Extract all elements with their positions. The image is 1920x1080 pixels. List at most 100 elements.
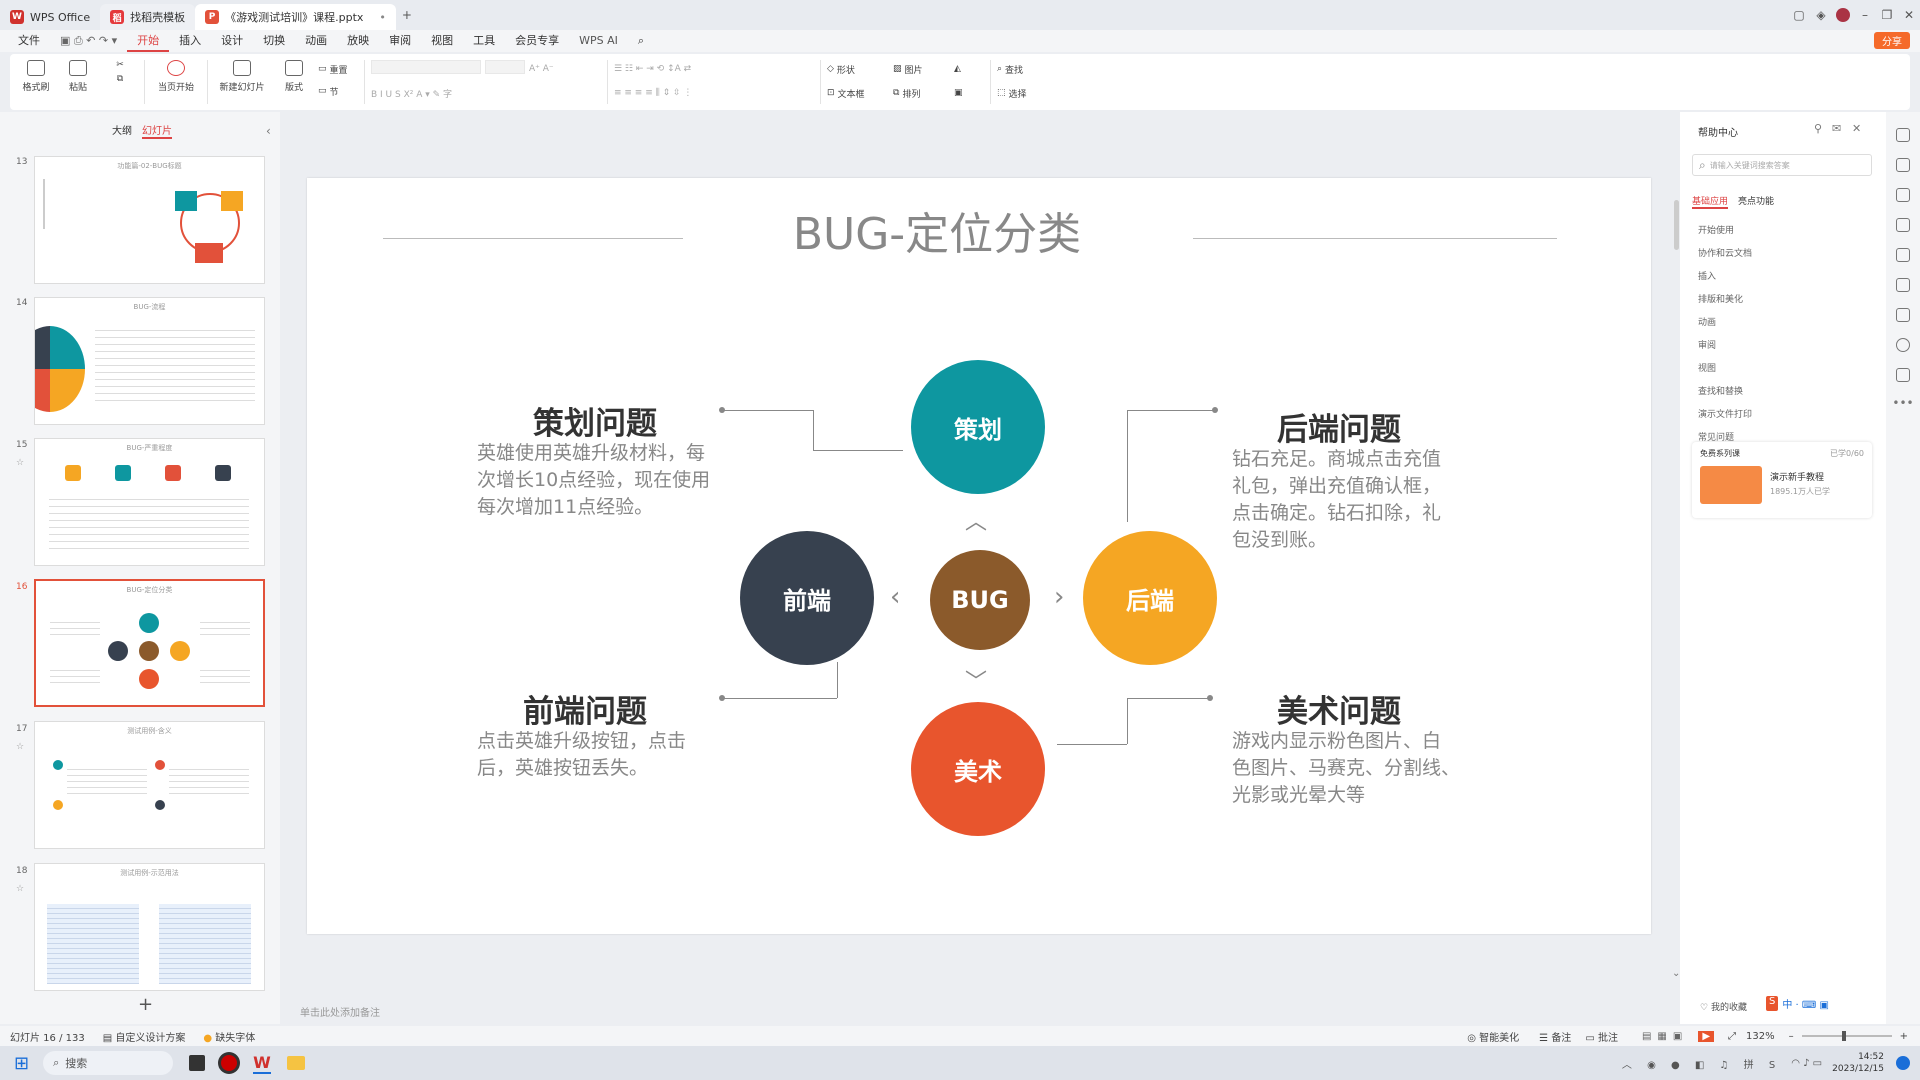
cloth-icon[interactable] — [1896, 368, 1910, 382]
new-tab-icon[interactable]: + — [396, 4, 418, 26]
record-app-icon[interactable] — [221, 1055, 238, 1071]
tab-slides[interactable]: 幻灯片 — [142, 122, 172, 139]
tab-wps-office[interactable]: W WPS Office — [0, 4, 100, 30]
close-icon[interactable]: ✕ — [1852, 122, 1861, 135]
grow-font-icon[interactable]: A⁺ A⁻ — [529, 60, 554, 78]
zoom-in-icon[interactable]: + — [1900, 1031, 1908, 1042]
slide-thumbnail-15[interactable]: BUG-严重程度 — [34, 438, 265, 566]
image-icon[interactable] — [1896, 248, 1910, 262]
menu-view[interactable]: 视图 — [421, 30, 463, 52]
slide-thumbnail-14[interactable]: BUG-流程 — [34, 297, 265, 425]
help-item[interactable]: 演示文件打印 — [1680, 402, 1886, 425]
add-slide-button[interactable]: + — [138, 994, 153, 1015]
tab-template[interactable]: 稻 找稻壳模板 — [100, 4, 196, 30]
slide-thumbnail-18[interactable]: 测试用例-示范用法 — [34, 863, 265, 991]
scissors-icon[interactable]: ✂ — [116, 60, 124, 70]
font-family-select[interactable] — [371, 60, 481, 74]
taskbar-clock[interactable]: 14:52 2023/12/15 — [1832, 1051, 1884, 1075]
tools-icon[interactable] — [1896, 278, 1910, 292]
reset-button[interactable]: ▭ 重置 — [318, 60, 358, 78]
star-icon[interactable]: ☆ — [16, 458, 24, 468]
star-icon[interactable]: ☆ — [16, 742, 24, 752]
cube-icon[interactable]: ◈ — [1810, 4, 1832, 26]
cut-copy-group[interactable]: ✂ ⧉ — [102, 60, 138, 84]
restore-icon[interactable]: ❐ — [1876, 4, 1898, 26]
settings-icon[interactable] — [1896, 158, 1910, 172]
star-icon[interactable] — [1896, 188, 1910, 202]
zoom-slider[interactable] — [1801, 1031, 1892, 1041]
zoom-out-icon[interactable]: – — [1789, 1031, 1794, 1042]
avatar[interactable] — [1832, 4, 1854, 26]
beautify-button[interactable]: ◎ 智能美化 — [1467, 1029, 1519, 1044]
new-slide-button[interactable]: 新建幻灯片 — [214, 60, 270, 93]
my-favorites-link[interactable]: ♡ 我的收藏 — [1700, 1000, 1747, 1013]
help-item[interactable]: 排版和美化 — [1680, 287, 1886, 310]
help-item[interactable]: 视图 — [1680, 356, 1886, 379]
circle-bug[interactable]: BUG — [930, 550, 1030, 650]
taskview-icon[interactable] — [189, 1055, 206, 1071]
minimize-panel-icon[interactable] — [1896, 128, 1910, 142]
windows-start-icon[interactable]: ⊞ — [14, 1053, 29, 1074]
menu-tools[interactable]: 工具 — [463, 30, 505, 52]
zoom-handle[interactable] — [1841, 1031, 1846, 1041]
quick-access-icons[interactable]: ▣ ⎙ ↶ ↷ ▾ — [50, 30, 127, 52]
pin-icon[interactable]: ⚲ — [1814, 122, 1822, 135]
outline-icon[interactable]: ▣ — [954, 84, 984, 102]
more-icon[interactable]: ••• — [1886, 396, 1920, 410]
tab-special[interactable]: 亮点功能 — [1738, 194, 1774, 209]
view-mode-icons[interactable]: ▤▦▣ — [1642, 1031, 1688, 1042]
minimize-icon[interactable]: – — [1854, 4, 1876, 26]
tray-icons[interactable]: ︿ ◉ ● ◧ ♫ 拼 S — [1622, 1056, 1781, 1071]
help-icon[interactable] — [1896, 338, 1910, 352]
chat-icon[interactable]: ✉ — [1832, 122, 1841, 135]
menu-design[interactable]: 设计 — [211, 30, 253, 52]
circle-art[interactable]: 美术 — [911, 702, 1045, 836]
notification-icon[interactable] — [1896, 1056, 1910, 1070]
shape-button[interactable]: ◇ 形状 — [827, 60, 887, 78]
share-button[interactable]: 分享 — [1874, 32, 1910, 49]
menu-member[interactable]: 会员专享 — [505, 30, 569, 52]
help-item[interactable]: 协作和云文档 — [1680, 241, 1886, 264]
font-style-icons[interactable]: B I U S X² A ▾ ✎ 字 — [371, 84, 601, 102]
close-icon[interactable]: • — [379, 11, 386, 24]
missing-font-button[interactable]: ● 缺失字体 — [203, 1029, 255, 1044]
ime-toolbar[interactable]: S 中 · ⌨ ▣ — [1766, 996, 1829, 1011]
layout-icon[interactable]: ▢ — [1788, 4, 1810, 26]
circle-backend[interactable]: 后端 — [1083, 531, 1217, 665]
design-scheme-button[interactable]: ▤ 自定义设计方案 — [103, 1029, 186, 1044]
layout-button[interactable]: 版式 — [276, 60, 312, 93]
help-item[interactable]: 插入 — [1680, 264, 1886, 287]
paste-button[interactable]: 粘贴 — [60, 60, 96, 93]
notes-placeholder[interactable]: 单击此处添加备注 — [300, 1004, 380, 1019]
fit-icon[interactable]: ⤢ — [1728, 1031, 1736, 1042]
select-button[interactable]: ⬚ 选择 — [997, 84, 1057, 102]
help-item[interactable]: 动画 — [1680, 310, 1886, 333]
book-icon[interactable] — [1896, 308, 1910, 322]
copy-icon[interactable]: ⧉ — [117, 74, 123, 84]
close-window-icon[interactable]: ✕ — [1898, 4, 1920, 26]
textbox-button[interactable]: ⊡ 文本框 — [827, 84, 887, 102]
font-size-select[interactable] — [485, 60, 525, 74]
slide-thumbnail-13[interactable]: 功能篇-02-BUG标题 — [34, 156, 265, 284]
play-slideshow-button[interactable]: ▶ — [1698, 1030, 1715, 1042]
format-painter-button[interactable]: 格式刷 — [18, 60, 54, 93]
menu-wps-ai[interactable]: WPS AI — [569, 30, 628, 52]
slide-thumbnail-17[interactable]: 测试用例-含义 — [34, 721, 265, 849]
circle-planning[interactable]: 策划 — [911, 360, 1045, 494]
notes-button[interactable]: ☰ 备注 — [1539, 1029, 1571, 1044]
collapse-panel-icon[interactable]: ‹ — [266, 124, 271, 138]
slide[interactable]: BUG-定位分类 策划 前端 BUG 后端 美术 ︿ ﹀ ‹ › 策划问题 英雄… — [307, 178, 1651, 934]
canvas-scrollbar[interactable] — [1674, 200, 1679, 250]
tab-basic[interactable]: 基础应用 — [1692, 194, 1729, 209]
help-search-input[interactable]: ⌕ 请输入关键词搜索答案 — [1692, 154, 1872, 176]
folder-icon[interactable] — [286, 1056, 305, 1070]
arrange-button[interactable]: ⧉ 排列 — [893, 84, 948, 102]
menu-insert[interactable]: 插入 — [169, 30, 211, 52]
menu-home[interactable]: 开始 — [127, 30, 170, 52]
help-item[interactable]: 开始使用 — [1680, 218, 1886, 241]
tab-document[interactable]: P 《游戏测试培训》课程.pptx • — [195, 4, 396, 30]
list-icons[interactable]: ☰ ☷ ⇤ ⇥ ⟲ ↕A ⇄ — [614, 60, 814, 78]
comment-button[interactable]: ▭ 批注 — [1585, 1029, 1618, 1044]
course-card[interactable]: 免费系列课 已学0/60 演示新手教程 1895.1万人已学 — [1692, 442, 1872, 518]
wps-taskbar-icon[interactable]: W — [253, 1053, 271, 1074]
